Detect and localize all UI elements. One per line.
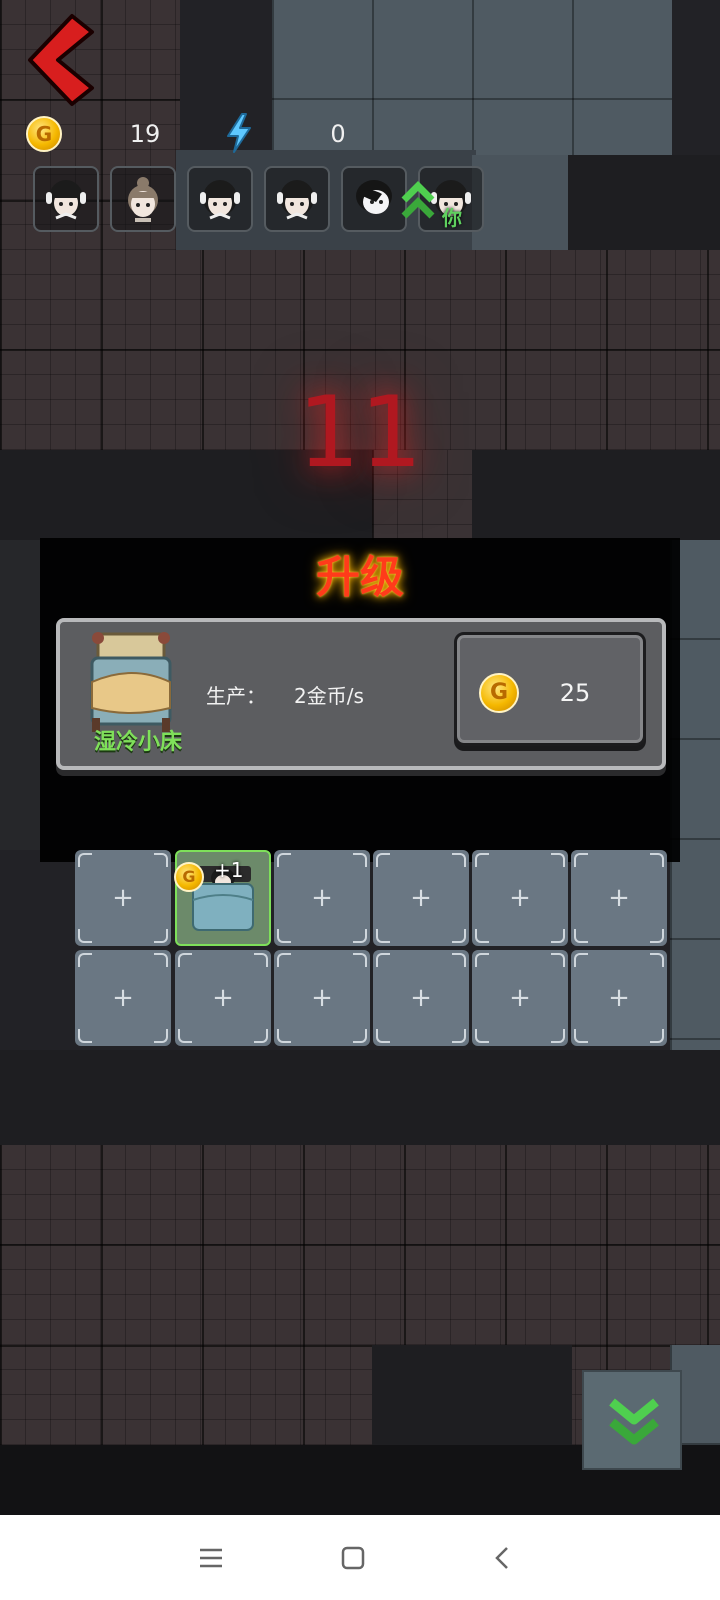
plus-icon: + bbox=[311, 983, 333, 1013]
gold-coin-icon: G bbox=[174, 862, 204, 892]
plus-icon: + bbox=[112, 883, 134, 913]
build-slot[interactable]: + bbox=[75, 850, 171, 946]
girl-headphones-avatar bbox=[277, 180, 317, 220]
produce-label: 生产： bbox=[206, 684, 266, 708]
item-card: 湿冷小床 生产： 2金币/s G 25 bbox=[56, 618, 666, 770]
upgrade-cost-button[interactable]: G 25 bbox=[454, 632, 646, 746]
produce-value: 2金币/s bbox=[294, 684, 364, 708]
build-slot[interactable]: + bbox=[175, 950, 271, 1046]
upgrade-panel: 升级 湿冷小床 生产： 2金币/s G 25 bbox=[40, 538, 680, 862]
plus-icon: + bbox=[410, 983, 432, 1013]
girl-headphones-avatar bbox=[200, 180, 240, 220]
top-door-tile bbox=[472, 155, 568, 250]
system-nav-bar bbox=[0, 1515, 720, 1600]
build-slot[interactable]: + bbox=[472, 950, 568, 1046]
build-slot[interactable]: + bbox=[75, 950, 171, 1046]
plus-icon: + bbox=[509, 883, 531, 913]
build-slot[interactable]: + bbox=[571, 950, 667, 1046]
upgrade-title: 升级 bbox=[316, 552, 404, 603]
girl-headphones-avatar bbox=[46, 180, 86, 220]
top-right-dark bbox=[568, 155, 720, 250]
bed-income-popup: +1 bbox=[214, 858, 244, 882]
gold-coin-icon: G bbox=[479, 673, 519, 713]
build-slot[interactable]: + bbox=[274, 950, 370, 1046]
plus-icon: + bbox=[311, 883, 333, 913]
coin-count: 19 bbox=[129, 120, 161, 148]
green-arrows-icon bbox=[401, 181, 435, 219]
you-label: 你 bbox=[442, 206, 462, 230]
bed-icon bbox=[90, 632, 172, 732]
plus-icon: + bbox=[112, 983, 134, 1013]
menu-icon[interactable] bbox=[196, 1543, 226, 1573]
player-slot-4 bbox=[264, 166, 330, 232]
build-slot[interactable]: + bbox=[274, 850, 370, 946]
plus-icon: + bbox=[608, 883, 630, 913]
item-name: 湿冷小床 bbox=[93, 730, 182, 755]
home-icon[interactable] bbox=[338, 1543, 368, 1573]
plus-icon: + bbox=[410, 883, 432, 913]
plus-icon: + bbox=[608, 983, 630, 1013]
pale-ghost-avatar bbox=[356, 180, 392, 214]
build-slot[interactable]: + bbox=[571, 850, 667, 946]
double-chevron-down-icon bbox=[609, 1398, 659, 1445]
collapse-button[interactable] bbox=[582, 1370, 682, 1470]
player-slot-3 bbox=[187, 166, 253, 232]
build-slot[interactable]: + bbox=[373, 850, 469, 946]
lower-dark-room bbox=[372, 1345, 572, 1445]
lower-corridor bbox=[0, 1050, 720, 1145]
back-icon[interactable] bbox=[488, 1543, 518, 1573]
build-slot[interactable]: + bbox=[472, 850, 568, 946]
plus-icon: + bbox=[212, 983, 234, 1013]
player-slot-2 bbox=[110, 166, 176, 232]
girl-bun-avatar bbox=[128, 177, 158, 222]
back-arrow-icon[interactable] bbox=[22, 12, 98, 108]
player-slot-1 bbox=[33, 166, 99, 232]
countdown-timer: 11 bbox=[297, 376, 423, 490]
gold-coin-icon: G bbox=[26, 116, 62, 152]
lightning-icon bbox=[227, 113, 251, 153]
energy-count: 0 bbox=[330, 120, 346, 148]
build-slot[interactable]: + bbox=[373, 950, 469, 1046]
upgrade-cost: 25 bbox=[559, 679, 591, 707]
plus-icon: + bbox=[509, 983, 531, 1013]
